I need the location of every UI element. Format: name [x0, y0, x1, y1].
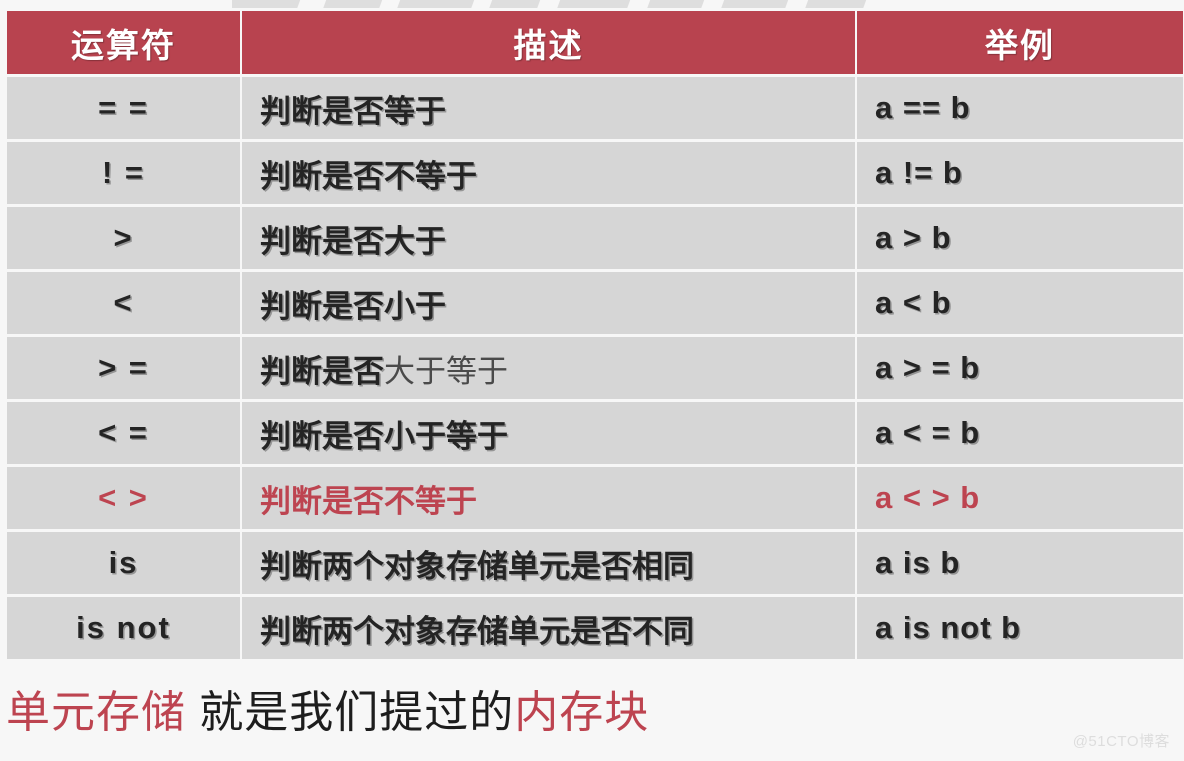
cell-description: 判断是否大于等于 — [242, 337, 855, 399]
description-main: 判断是否 — [260, 353, 384, 389]
cell-operator: < — [7, 272, 240, 334]
table-row: = = 判断是否等于 a == b — [7, 77, 1183, 139]
cell-example: a is not b — [857, 597, 1183, 659]
column-header-description: 描述 — [242, 11, 855, 74]
cell-description: 判断是否等于 — [242, 77, 855, 139]
table-body: = = 判断是否等于 a == b! = 判断是否不等于 a != b > 判断是否大于 a … — [7, 77, 1183, 659]
caption-highlight-end: 内存块 — [514, 688, 650, 737]
table-row: < = 判断是否小于等于 a < = b — [7, 402, 1183, 464]
cell-example: a < = b — [857, 402, 1183, 464]
column-header-example: 举例 — [857, 11, 1183, 74]
description-dim: 大于等于 — [384, 353, 508, 389]
cell-description: 判断是否大于 — [242, 207, 855, 269]
cell-description: 判断两个对象存储单元是否不同 — [242, 597, 855, 659]
cell-example: a != b — [857, 142, 1183, 204]
cell-operator: is — [7, 532, 240, 594]
column-header-operator: 运算符 — [7, 11, 240, 74]
cell-operator: = = — [7, 77, 240, 139]
table-row: > = 判断是否大于等于 a > = b — [7, 337, 1183, 399]
watermark-label: @51CTO博客 — [1072, 733, 1170, 750]
cell-operator: is not — [7, 597, 240, 659]
cell-operator: ! = — [7, 142, 240, 204]
operator-table: 运算符 描述 举例 = = 判断是否等于 a == b! = 判断是否不等于 a != … — [5, 8, 1184, 662]
cell-example: a > b — [857, 207, 1183, 269]
caption-text: 单元存储 就是我们提过的内存块 — [6, 676, 649, 740]
cell-description: 判断是否不等于 — [242, 142, 855, 204]
cell-description: 判断是否不等于 — [242, 467, 855, 529]
table-row: ! = 判断是否不等于 a != b — [7, 142, 1183, 204]
cell-example: a < b — [857, 272, 1183, 334]
table-header-row: 运算符 描述 举例 — [7, 11, 1183, 74]
cell-example: a > = b — [857, 337, 1183, 399]
cell-operator: < > — [7, 467, 240, 529]
cell-operator: > — [7, 207, 240, 269]
cell-description: 判断是否小于 — [242, 272, 855, 334]
table-row: < 判断是否小于 a < b — [7, 272, 1183, 334]
cell-example: a < > b — [857, 467, 1183, 529]
cell-operator: < = — [7, 402, 240, 464]
cell-description: 判断两个对象存储单元是否相同 — [242, 532, 855, 594]
table-header: 运算符 描述 举例 — [7, 11, 1183, 74]
cell-example: a == b — [857, 77, 1183, 139]
table-row: is 判断两个对象存储单元是否相同 a is b — [7, 532, 1183, 594]
cell-example: a is b — [857, 532, 1183, 594]
clipped-top-graphic — [232, 0, 872, 8]
caption-highlight-start: 单元存储 — [6, 688, 186, 737]
table-row: < > 判断是否不等于 a < > b — [7, 467, 1183, 529]
table-row: is not 判断两个对象存储单元是否不同 a is not b — [7, 597, 1183, 659]
table-row: > 判断是否大于 a > b — [7, 207, 1183, 269]
caption-middle: 就是我们提过的 — [186, 688, 515, 737]
cell-description: 判断是否小于等于 — [242, 402, 855, 464]
cell-operator: > = — [7, 337, 240, 399]
